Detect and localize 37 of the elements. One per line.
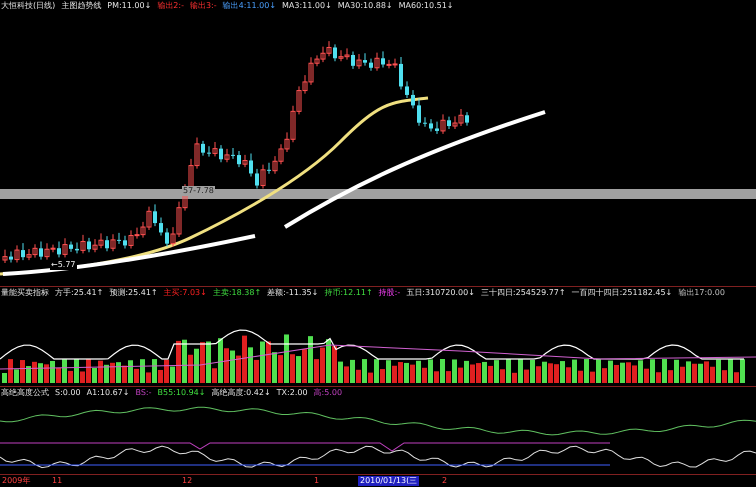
indicator-name: 高绝高度公式 — [1, 386, 49, 398]
date-label: 2009年 — [1, 476, 32, 486]
legend-value: 持股:- — [378, 287, 400, 299]
legend-value: B55:10.94↓ — [157, 386, 206, 398]
legend-value: 主卖:18.38↑ — [212, 287, 262, 299]
legend-value: 输出4:11.00↓ — [222, 0, 276, 12]
date-label: 11 — [51, 476, 64, 486]
legend-value: 三十四日:254529.77↑ — [480, 287, 566, 299]
legend-value: 主图趋势线 — [61, 0, 102, 12]
legend-value: 五日:310720.00↓ — [406, 287, 475, 299]
legend-value: TX:2.00 — [276, 386, 308, 398]
legend-value: 方手:25.41↑ — [55, 287, 104, 299]
legend-value: MA30:10.88↓ — [338, 0, 393, 12]
price-label: 57-7.78 — [182, 186, 215, 196]
legend-value: 输出17:0.00 — [678, 287, 725, 299]
date-label: 12 — [181, 476, 194, 486]
legend-value: PM:11.00↓ — [107, 0, 152, 12]
legend-value: MA3:11.00↓ — [282, 0, 332, 12]
price-label: ←5.77 — [50, 260, 77, 270]
legend-value: MA60:10.51↓ — [398, 0, 454, 12]
date-label: 1 — [313, 476, 320, 486]
legend-value: 主买:7.03↓ — [164, 287, 207, 299]
date-label: 2010/01/13(三 — [358, 476, 420, 486]
legend-value: 高绝高度:0.42↓ — [211, 386, 271, 398]
legend-value: 预测:25.41↑ — [109, 287, 158, 299]
legend-value: S:0.00 — [55, 386, 81, 398]
legend-value: 输出2:- — [157, 0, 184, 12]
legend-value: 一百四十四日:251182.45↓ — [572, 287, 672, 299]
date-label: 2 — [441, 476, 448, 486]
legend-value: 输出3:- — [190, 0, 217, 12]
legend-value: BS:- — [135, 386, 152, 398]
legend-value: 高:5.00 — [314, 386, 342, 398]
legend-value: A1:10.67↓ — [86, 386, 130, 398]
legend-value: 差额:-11.35↓ — [267, 287, 318, 299]
indicator-name: 大恒科技(日线) — [1, 0, 56, 12]
indicator-name: 量能买卖指标 — [1, 287, 49, 299]
legend-value: 持币:12.11↑ — [324, 287, 373, 299]
